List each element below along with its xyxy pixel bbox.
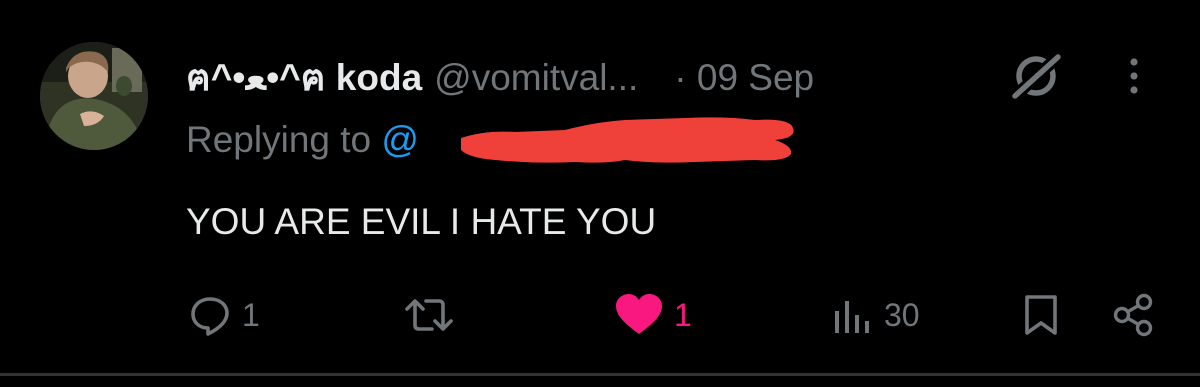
heart-icon	[616, 294, 662, 334]
more-options-icon[interactable]	[1118, 54, 1150, 98]
avatar-photo	[40, 42, 148, 150]
reply-button[interactable]: 1	[188, 290, 260, 340]
retweet-button[interactable]	[402, 290, 456, 340]
replying-to-label: Replying to	[186, 119, 382, 160]
user-handle[interactable]: @vomitval...	[434, 54, 638, 102]
divider	[0, 373, 1200, 376]
replying-to-mention[interactable]: @	[381, 119, 419, 160]
like-button[interactable]: 1	[614, 290, 692, 340]
bookmark-icon	[1025, 295, 1057, 335]
grok-icon[interactable]	[1007, 52, 1065, 100]
views-count: 30	[884, 297, 920, 333]
views-button[interactable]: 30	[830, 290, 920, 340]
tweet-header: ฅ^•ﻌ•^ฅ koda @vomitval... · 09 Sep	[186, 54, 814, 102]
redaction-scribble	[461, 117, 794, 163]
replying-to-line: Replying to @	[186, 116, 419, 164]
share-button[interactable]	[1110, 290, 1156, 340]
retweet-icon	[405, 299, 453, 331]
views-icon	[835, 301, 869, 333]
tweet-text: YOU ARE EVIL I HATE YOU	[186, 201, 657, 242]
like-count: 1	[674, 297, 692, 333]
share-icon	[1113, 293, 1153, 337]
tweet[interactable]: ฅ^•ﻌ•^ฅ koda @vomitval... · 09 Sep Reply…	[0, 0, 1200, 387]
avatar[interactable]	[40, 42, 148, 150]
display-name[interactable]: ฅ^•ﻌ•^ฅ koda	[186, 54, 422, 102]
reply-icon	[191, 297, 229, 336]
bookmark-button[interactable]	[1022, 290, 1060, 340]
tweet-date[interactable]: · 09 Sep	[674, 54, 814, 102]
reply-count: 1	[242, 297, 260, 333]
